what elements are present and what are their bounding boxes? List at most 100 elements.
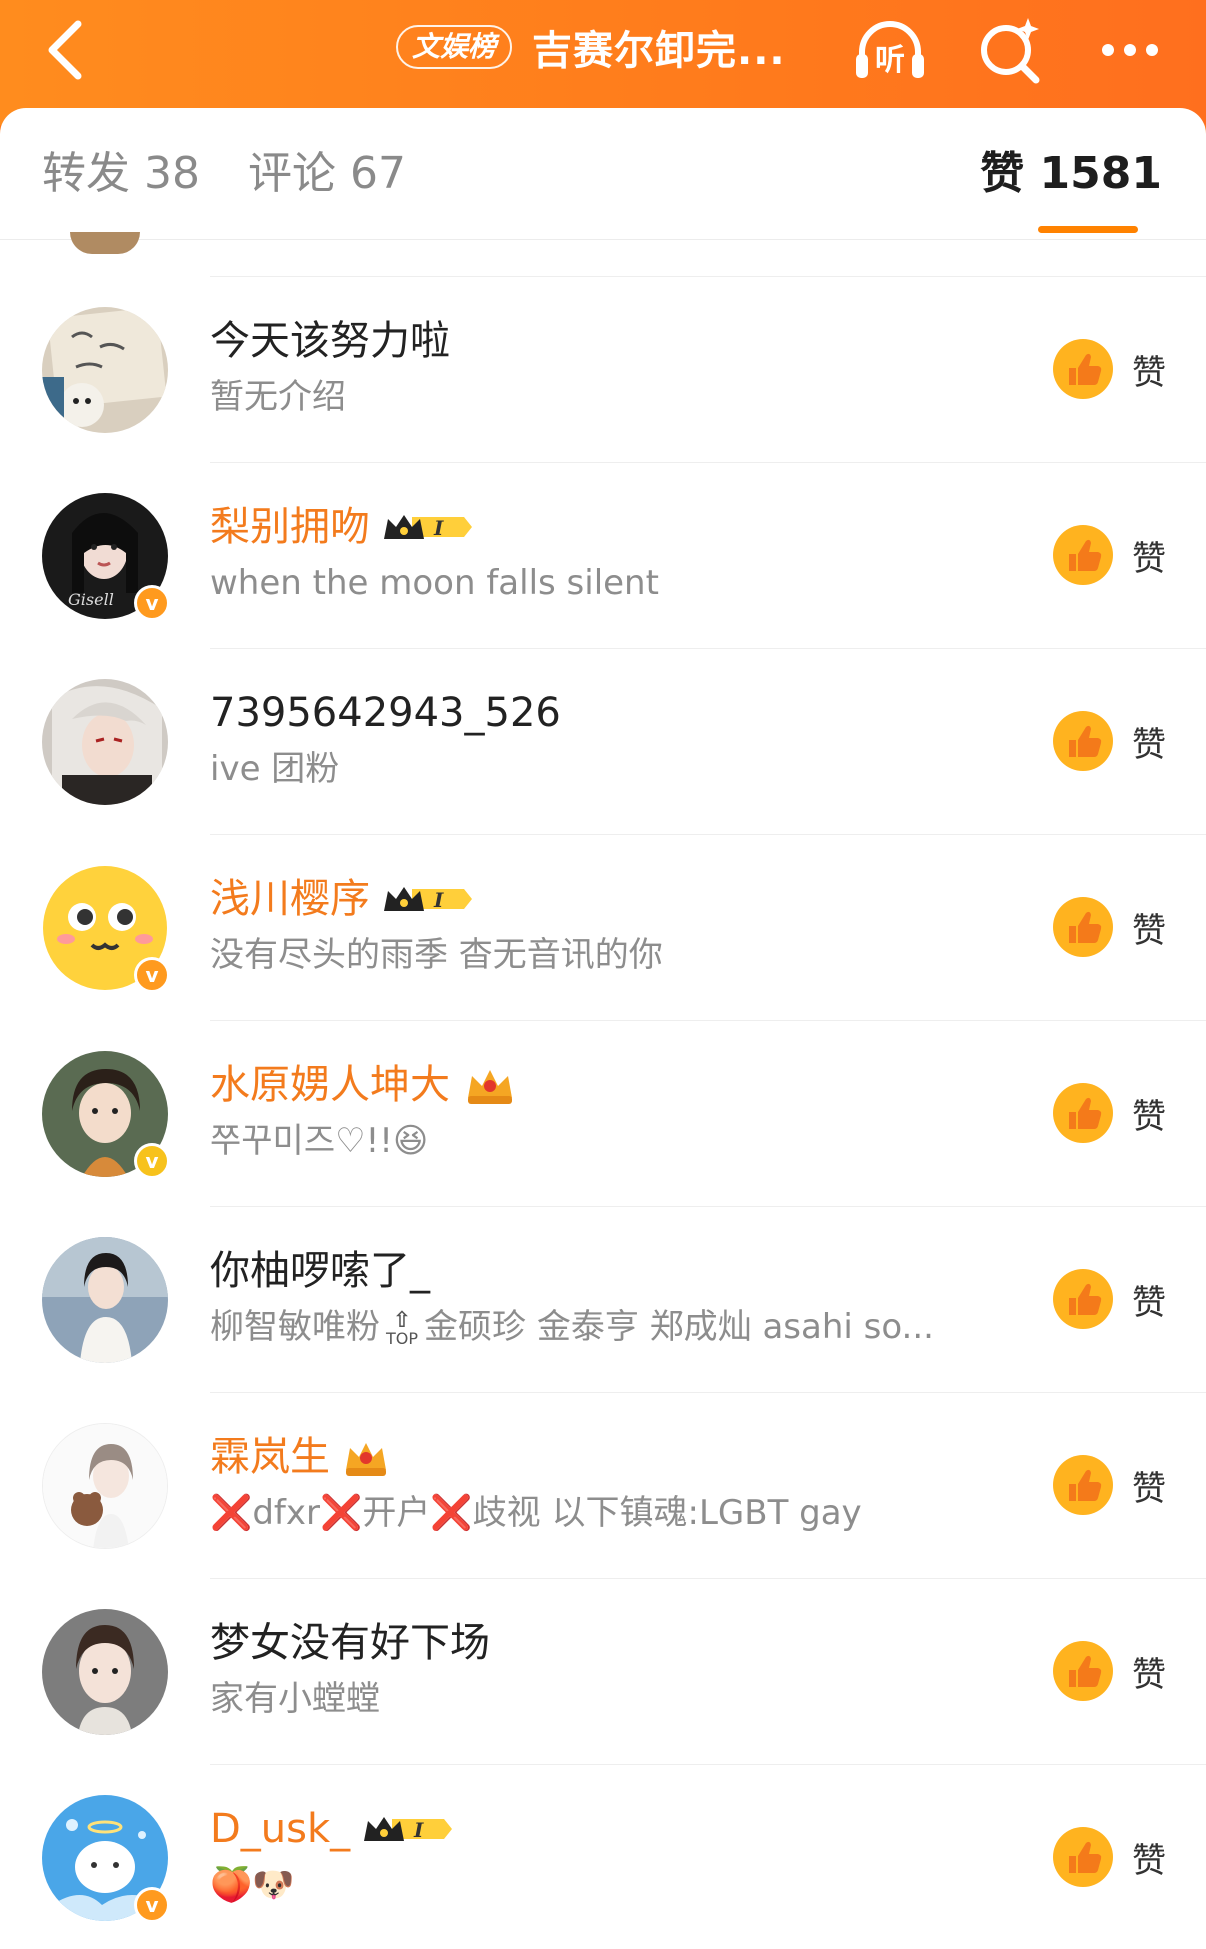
more-dots-icon <box>1102 44 1158 56</box>
verified-badge: v <box>134 1143 170 1179</box>
like-button[interactable]: 赞 <box>1052 1639 1166 1703</box>
like-label: 赞 <box>1132 1096 1166 1137</box>
thumbs-up-icon <box>1052 1082 1114 1144</box>
svg-text:Gisell: Gisell <box>68 590 114 609</box>
bio-text: 开户 <box>362 1493 431 1533</box>
list-item[interactable]: 你柚啰嗦了_ 柳智敏唯粉 ⇧ TOP 金硕珍 金泰亨 郑成灿 asahi so... … <box>0 1207 1206 1393</box>
headphones-icon: 听 <box>856 21 924 78</box>
user-bio: ❌dfxr❌开户❌歧视 以下镇魂:LGBT gay <box>210 1491 1006 1535</box>
back-button[interactable] <box>28 10 108 90</box>
like-button[interactable]: 赞 <box>1052 709 1166 773</box>
thumbs-up-icon <box>1052 896 1114 958</box>
user-name[interactable]: 今天该努力啦 <box>210 315 450 367</box>
bio-text: 歧视 以下镇魂:LGBT gay <box>472 1493 862 1533</box>
thumbs-up-icon <box>1052 1268 1114 1330</box>
avatar[interactable] <box>42 307 168 433</box>
avatar-image <box>42 307 168 433</box>
avatar[interactable]: v <box>42 865 170 993</box>
like-label: 赞 <box>1132 1840 1166 1881</box>
list-item[interactable]: v 浅川樱序 I 没有尽头的雨季 杳无音讯的你 赞 <box>0 835 1206 1021</box>
user-name[interactable]: 水原娚人坤大 <box>210 1059 450 1111</box>
svg-text:I: I <box>433 888 444 912</box>
search-button[interactable] <box>968 8 1052 92</box>
avatar[interactable]: v <box>42 1795 170 1923</box>
avatar-image <box>42 1609 168 1735</box>
like-label: 赞 <box>1132 1654 1166 1695</box>
user-name[interactable]: 浅川樱序 <box>210 873 370 925</box>
avatar[interactable] <box>42 1423 168 1549</box>
tab-repost[interactable]: 转发 38 <box>42 148 200 200</box>
vip-crown-badge-icon: I <box>382 509 474 545</box>
user-name[interactable]: 霖岚生 <box>210 1431 330 1483</box>
verified-badge: v <box>134 1887 170 1923</box>
thumbs-up-icon <box>1052 524 1114 586</box>
user-name[interactable]: 梨别拥吻 <box>210 501 370 553</box>
user-bio: 🍑🐶 <box>210 1865 295 1905</box>
like-button[interactable]: 赞 <box>1052 895 1166 959</box>
user-bio: 暂无介绍 <box>210 377 346 417</box>
list-item[interactable]: 梦女没有好下场 家有小螳螳 赞 <box>0 1579 1206 1765</box>
liker-list: 今天该努力啦 暂无介绍 赞 Gisell v 梨别拥吻 I when the m… <box>0 277 1206 1949</box>
crown-level-badge-icon <box>342 1436 390 1478</box>
list-item[interactable]: 霖岚生 ❌dfxr❌开户❌歧视 以下镇魂:LGBT gay 赞 <box>0 1393 1206 1579</box>
list-item[interactable]: 7395642943_526 ive 团粉 赞 <box>0 649 1206 835</box>
like-button[interactable]: 赞 <box>1052 1453 1166 1517</box>
avatar-image <box>42 1237 168 1363</box>
vip-crown-badge-icon: I <box>382 881 474 917</box>
like-button[interactable]: 赞 <box>1052 337 1166 401</box>
avatar <box>70 232 140 254</box>
tab-comment[interactable]: 评论 67 <box>248 148 406 200</box>
tab-bar: 转发 38 评论 67 赞 1581 <box>0 108 1206 240</box>
avatar-image <box>42 679 168 805</box>
crown-level-badge-icon <box>462 1064 518 1106</box>
like-label: 赞 <box>1132 538 1166 579</box>
avatar[interactable]: v <box>42 1051 170 1179</box>
user-bio: 家有小螳螳 <box>210 1679 380 1719</box>
thumbs-up-icon <box>1052 1454 1114 1516</box>
thumbs-up-icon <box>1052 1826 1114 1888</box>
likes-panel: 转发 38 评论 67 赞 1581 今天该努力啦 暂无介绍 赞 Gisell … <box>0 108 1206 1949</box>
list-item[interactable]: v 水原娚人坤大 쭈꾸미즈♡!!😆 赞 <box>0 1021 1206 1207</box>
like-label: 赞 <box>1132 352 1166 393</box>
bio-text: 柳智敏唯粉 <box>210 1307 380 1347</box>
verified-badge: v <box>134 957 170 993</box>
top-navigation-bar: 文娱榜 吉赛尔卸完... 听 <box>0 0 1206 125</box>
list-item[interactable]: v D_usk_ I 🍑🐶 赞 <box>0 1765 1206 1949</box>
listen-label: 听 <box>875 43 905 78</box>
avatar[interactable] <box>42 1609 168 1735</box>
like-label: 赞 <box>1132 1468 1166 1509</box>
list-item[interactable]: Gisell v 梨别拥吻 I when the moon falls sile… <box>0 463 1206 649</box>
like-button[interactable]: 赞 <box>1052 1081 1166 1145</box>
avatar[interactable]: Gisell v <box>42 493 170 621</box>
avatar[interactable] <box>42 679 168 805</box>
user-name[interactable]: D_usk_ <box>210 1803 350 1855</box>
cross-mark-icon: ❌ <box>320 1493 363 1533</box>
svg-text:I: I <box>433 516 444 540</box>
active-tab-indicator <box>1038 226 1138 233</box>
user-name[interactable]: 你柚啰嗦了_ <box>210 1245 430 1297</box>
avatar-image <box>43 1424 167 1548</box>
user-bio: 没有尽头的雨季 杳无音讯的你 <box>210 935 663 975</box>
avatar[interactable] <box>42 1237 168 1363</box>
like-button[interactable]: 赞 <box>1052 523 1166 587</box>
list-item[interactable]: 今天该努力啦 暂无介绍 赞 <box>0 277 1206 463</box>
vip-crown-badge-icon: I <box>362 1811 454 1847</box>
user-name[interactable]: 梦女没有好下场 <box>210 1617 490 1669</box>
user-bio: 柳智敏唯粉 ⇧ TOP 金硕珍 金泰亨 郑成灿 asahi so... <box>210 1305 1006 1349</box>
like-button[interactable]: 赞 <box>1052 1825 1166 1889</box>
listen-button[interactable]: 听 <box>848 8 932 92</box>
bio-text: 金硕珍 金泰亨 郑成灿 asahi so... <box>424 1307 934 1347</box>
more-button[interactable] <box>1088 8 1172 92</box>
verified-badge: v <box>134 585 170 621</box>
tab-like[interactable]: 赞 1581 <box>980 148 1162 200</box>
header-title-group[interactable]: 文娱榜 吉赛尔卸完... <box>396 12 786 82</box>
user-bio: when the moon falls silent <box>210 563 659 603</box>
rank-badge: 文娱榜 <box>396 25 513 69</box>
cross-mark-icon: ❌ <box>210 1493 253 1533</box>
cross-mark-icon: ❌ <box>430 1493 473 1533</box>
like-label: 赞 <box>1132 910 1166 951</box>
like-button[interactable]: 赞 <box>1052 1267 1166 1331</box>
page-title: 吉赛尔卸完... <box>532 28 786 74</box>
user-name[interactable]: 7395642943_526 <box>210 687 561 739</box>
thumbs-up-icon <box>1052 710 1114 772</box>
